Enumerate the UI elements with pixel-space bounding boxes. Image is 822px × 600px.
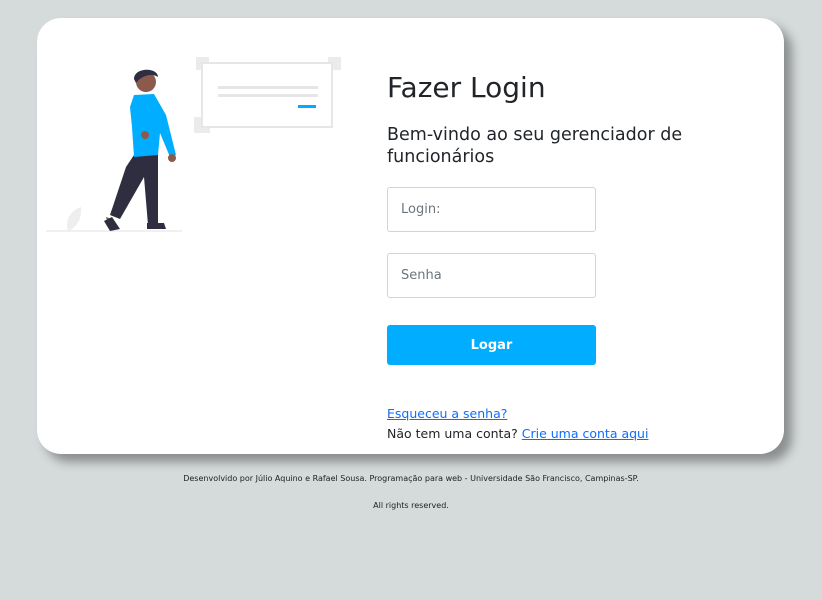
login-input[interactable] xyxy=(387,187,596,232)
no-account-text: Não tem uma conta? xyxy=(387,426,518,441)
forgot-password-link[interactable]: Esqueceu a senha? xyxy=(387,406,507,421)
login-card: Fazer Login Bem-vindo ao seu gerenciador… xyxy=(37,18,784,454)
account-links: Esqueceu a senha? Não tem uma conta? Cri… xyxy=(387,404,648,444)
create-account-link[interactable]: Crie uma conta aqui xyxy=(522,426,649,441)
password-input[interactable] xyxy=(387,253,596,298)
footer-credits: Desenvolvido por Júlio Aquino e Rafael S… xyxy=(183,474,639,483)
page-title: Fazer Login xyxy=(387,71,546,104)
login-button[interactable]: Logar xyxy=(387,325,596,365)
person-walking-illustration xyxy=(46,57,341,232)
welcome-subtitle: Bem-vindo ao seu gerenciador de funcioná… xyxy=(387,125,683,167)
footer-rights: All rights reserved. xyxy=(373,501,449,510)
